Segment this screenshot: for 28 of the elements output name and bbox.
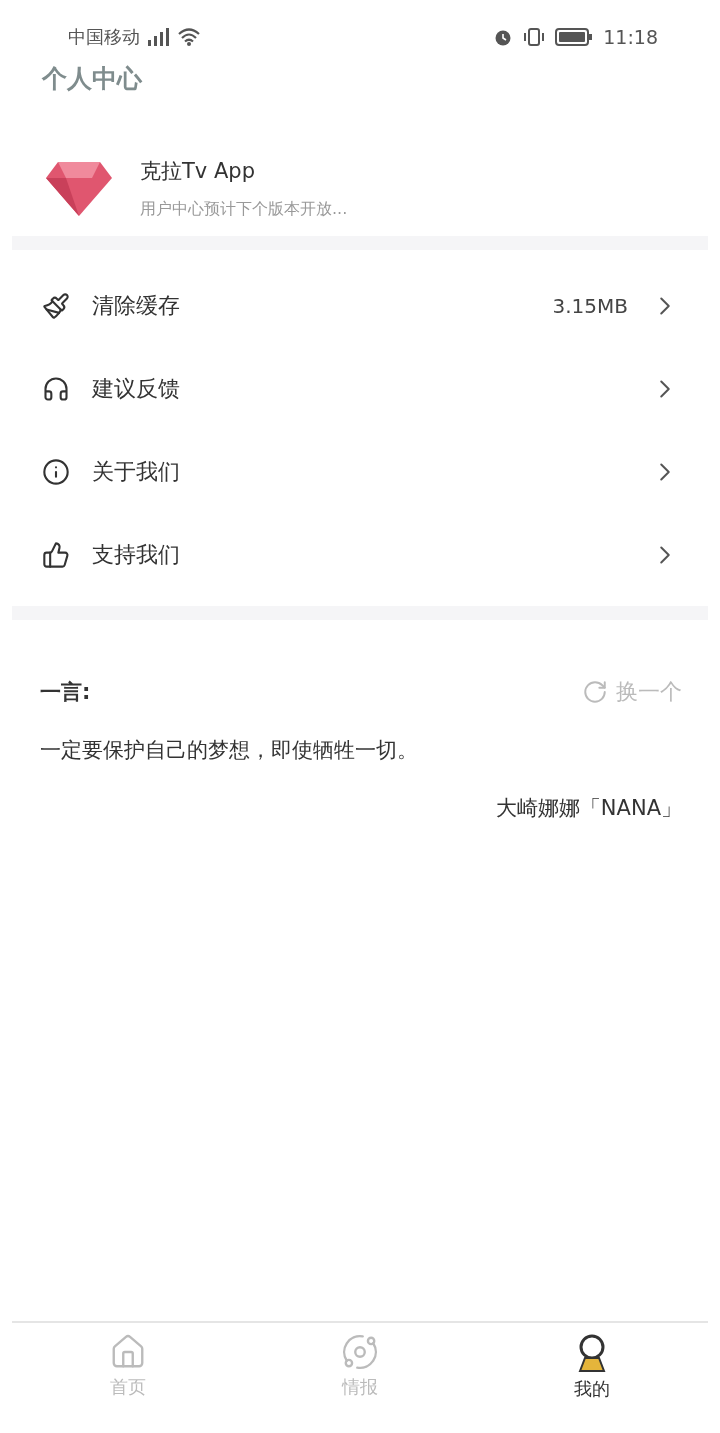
quote-text: 一定要保护自己的梦想，即使牺牲一切。 xyxy=(40,737,419,764)
brush-icon xyxy=(42,291,70,320)
menu-item[interactable]: 支持我们 xyxy=(0,513,720,596)
thumbs-up-icon xyxy=(42,540,70,569)
cache-size: 3.15MB xyxy=(552,293,628,318)
menu-label: 建议反馈 xyxy=(92,374,180,403)
clock-time: 11:18 xyxy=(603,26,658,48)
profile-subtitle: 用户中心预计下个版本开放... xyxy=(140,198,348,220)
headphones-icon xyxy=(42,374,70,403)
wifi-icon xyxy=(178,28,200,46)
menu-label: 关于我们 xyxy=(92,457,180,486)
menu-item[interactable]: 清除缓存 3.15MB xyxy=(0,264,720,347)
vibrate-icon xyxy=(523,27,546,47)
page-title: 个人中心 xyxy=(42,64,142,93)
battery-icon xyxy=(555,28,594,46)
carrier-name: 中国移动 xyxy=(68,25,140,49)
info-icon xyxy=(42,457,70,486)
quote-heading: 一言: xyxy=(40,679,91,706)
refresh-icon xyxy=(582,679,608,705)
nav-tab[interactable]: 我的 xyxy=(476,1323,708,1433)
planet-icon xyxy=(341,1333,379,1371)
quote-author: 大崎娜娜「NANA」 xyxy=(495,795,682,822)
menu-item[interactable]: 建议反馈 xyxy=(0,347,720,430)
app-name: 克拉Tv App xyxy=(140,157,256,185)
signal-icon xyxy=(146,28,172,46)
menu-item[interactable]: 关于我们 xyxy=(0,430,720,513)
menu-label: 支持我们 xyxy=(92,540,180,569)
menu-label: 清除缓存 xyxy=(92,291,180,320)
